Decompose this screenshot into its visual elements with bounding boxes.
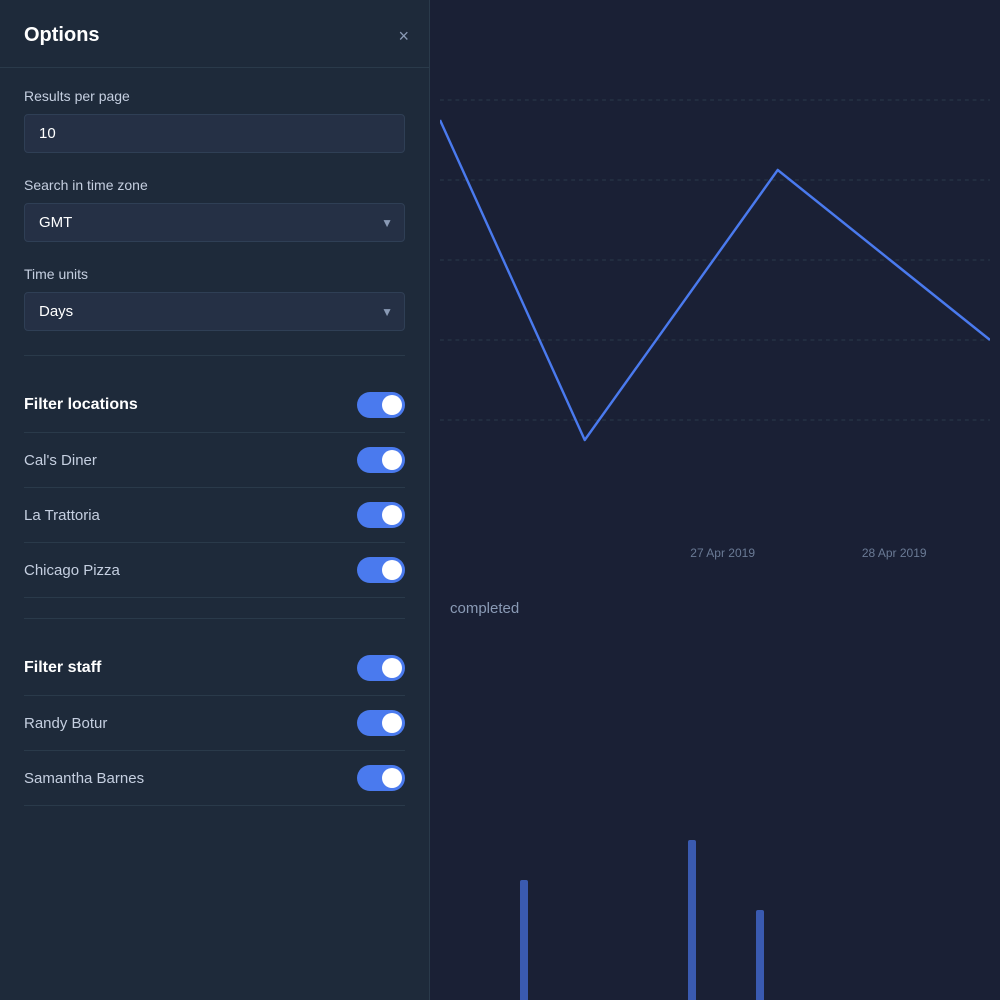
divider-1 [24,355,405,356]
randy-botur-toggle[interactable] [357,710,405,736]
location-label-cals-diner: Cal's Diner [24,452,97,469]
time-units-select[interactable]: Days Hours Minutes Weeks [24,292,405,331]
options-body: Results per page Search in time zone GMT… [0,68,429,826]
location-label-chicago-pizza: Chicago Pizza [24,562,120,579]
filter-staff-toggle[interactable] [357,655,405,681]
bar-3 [756,910,764,1000]
la-trattoria-toggle[interactable] [357,502,405,528]
filter-staff-title: Filter staff [24,659,101,677]
filter-staff-header: Filter staff [24,639,405,696]
time-units-label: Time units [24,266,405,282]
timezone-group: Search in time zone GMT UTC EST PST ▼ [24,177,405,242]
randy-botur-slider [357,710,405,736]
location-row-la-trattoria: La Trattoria [24,488,405,543]
options-title: Options [24,24,100,47]
bar-2 [688,840,696,1000]
location-label-la-trattoria: La Trattoria [24,507,100,524]
chicago-pizza-toggle[interactable] [357,557,405,583]
cals-diner-toggle[interactable] [357,447,405,473]
filter-staff-section: Filter staff Randy Botur Samantha Barnes [24,639,405,806]
results-per-page-label: Results per page [24,88,405,104]
line-chart-area: 27 Apr 2019 28 Apr 2019 [430,0,1000,580]
la-trattoria-slider [357,502,405,528]
location-row-chicago-pizza: Chicago Pizza [24,543,405,598]
filter-locations-header: Filter locations [24,376,405,433]
main-content: 27 Apr 2019 28 Apr 2019 completed [430,0,1000,1000]
filter-locations-section: Filter locations Cal's Diner La Trattori… [24,376,405,598]
staff-label-randy-botur: Randy Botur [24,715,107,732]
close-button[interactable]: × [398,27,409,45]
timezone-select[interactable]: GMT UTC EST PST [24,203,405,242]
date-label-3: 28 Apr 2019 [862,546,927,560]
staff-label-samantha-barnes: Samantha Barnes [24,770,144,787]
time-units-select-wrapper: Days Hours Minutes Weeks ▼ [24,292,405,331]
chicago-pizza-slider [357,557,405,583]
samantha-barnes-toggle[interactable] [357,765,405,791]
cals-diner-slider [357,447,405,473]
filter-locations-toggle[interactable] [357,392,405,418]
samantha-barnes-slider [357,765,405,791]
completed-label: completed [450,600,519,617]
divider-2 [24,618,405,619]
results-per-page-input[interactable] [24,114,405,153]
filter-staff-slider [357,655,405,681]
time-units-group: Time units Days Hours Minutes Weeks ▼ [24,266,405,331]
bar-chart-area [430,800,1000,1000]
options-panel: Options × Results per page Search in tim… [0,0,430,1000]
date-label-2: 27 Apr 2019 [690,546,755,560]
results-per-page-group: Results per page [24,88,405,153]
filter-locations-title: Filter locations [24,396,138,414]
options-header: Options × [0,0,429,68]
staff-row-randy-botur: Randy Botur [24,696,405,751]
timezone-label: Search in time zone [24,177,405,193]
line-chart-svg [440,20,990,520]
filter-locations-slider [357,392,405,418]
date-labels: 27 Apr 2019 28 Apr 2019 [430,546,1000,560]
bar-1 [520,880,528,1000]
timezone-select-wrapper: GMT UTC EST PST ▼ [24,203,405,242]
location-row-cals-diner: Cal's Diner [24,433,405,488]
staff-row-samantha-barnes: Samantha Barnes [24,751,405,806]
